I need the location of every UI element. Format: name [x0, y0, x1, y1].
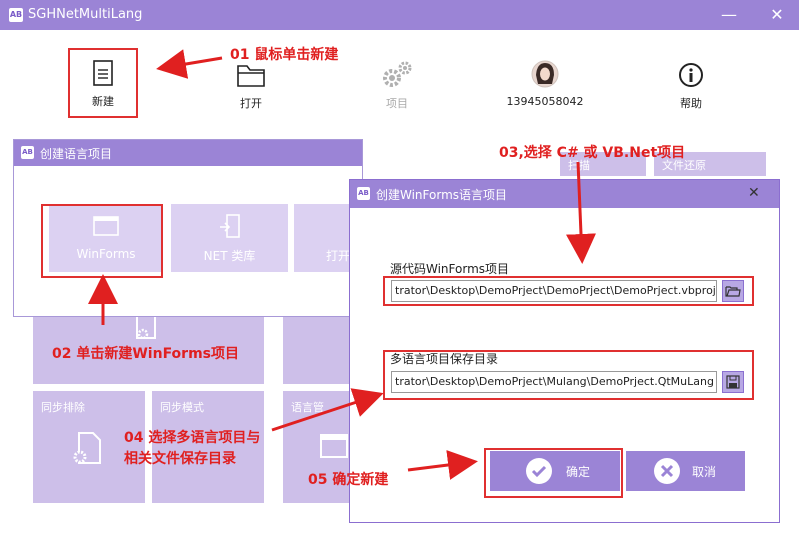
arrow-03: [566, 161, 596, 264]
arrow-05: [407, 450, 478, 480]
arrow-04: [271, 388, 384, 432]
annotation-05: 05 确定新建: [308, 472, 389, 488]
arrow-01: [156, 49, 223, 79]
annotation-01: 01 鼠标单击新建: [230, 47, 339, 63]
annotation-02: 02 单击新建WinForms项目: [52, 346, 240, 362]
annotation-04-line1: 04 选择多语言项目与: [124, 430, 261, 446]
annotation-03: 03,选择 C# 或 VB.Net项目: [499, 145, 686, 161]
annotation-arrows: [88, 49, 596, 480]
annotation-04-line2: 相关文件保存目录: [124, 451, 236, 467]
